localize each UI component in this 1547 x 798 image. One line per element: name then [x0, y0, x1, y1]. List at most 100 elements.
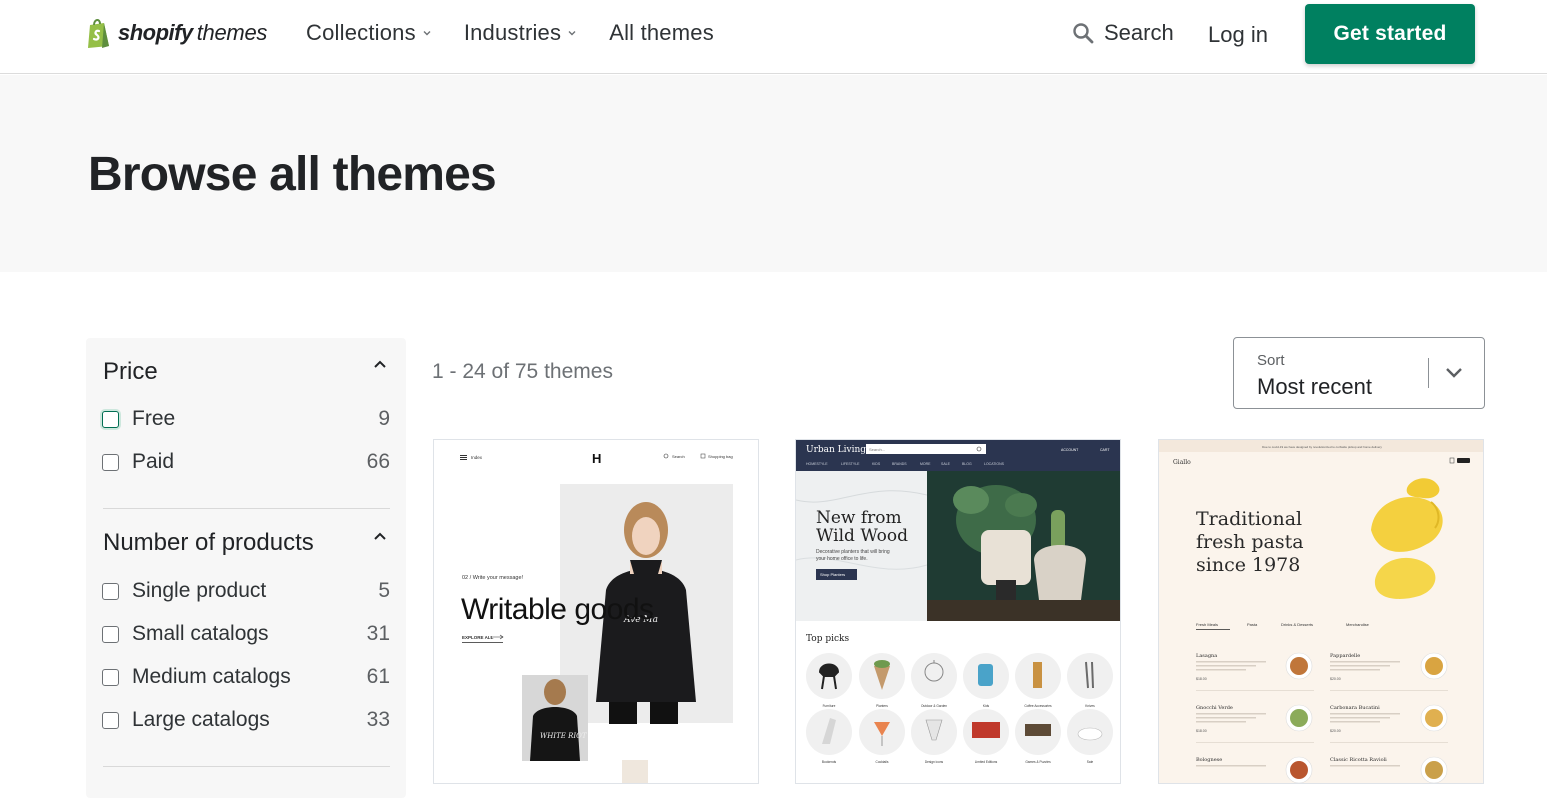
large-catalogs-checkbox[interactable]: [102, 711, 119, 729]
preview-menu-item: BRANDS: [892, 462, 907, 466]
sort-label: Sort: [1257, 352, 1285, 369]
preview-tab: Fresh Meals: [1196, 622, 1218, 627]
theme-card-giallo[interactable]: Due to covid-19 we have designed by revo…: [1158, 439, 1484, 784]
preview-pick-label: Design icons: [925, 760, 944, 764]
preview-menu-item: LOCATIONS: [984, 462, 1005, 466]
preview-description: your home office to life.: [816, 556, 868, 562]
sort-value: Most recent: [1257, 374, 1372, 399]
main-nav: Collections Industries All themes: [306, 20, 746, 46]
logo-subtitle: themes: [196, 20, 268, 45]
chevron-up-icon[interactable]: [372, 531, 388, 541]
preview-headline: fresh pasta: [1196, 531, 1304, 553]
preview-banner: Due to covid-19 we have designed by revo…: [1262, 445, 1382, 449]
preview-pick-label: Planters: [876, 704, 888, 708]
preview-pick-label: Outdoor & Garden: [921, 704, 947, 708]
preview-price: $18.00: [1196, 677, 1207, 681]
nav-industries[interactable]: Industries: [464, 20, 577, 46]
chevron-down-icon: [568, 31, 576, 36]
filter-option-count: 31: [366, 622, 390, 645]
single-product-checkbox[interactable]: [102, 582, 119, 600]
preview-account: ACCOUNT: [1061, 448, 1079, 452]
preview-menu-item: Lasagna: [1196, 653, 1217, 659]
preview-price: $20.00: [1330, 729, 1341, 733]
medium-catalogs-checkbox[interactable]: [102, 668, 119, 686]
filter-option-label: Paid: [132, 450, 175, 473]
preview-price: $18.00: [1196, 729, 1207, 733]
filter-option-large-catalogs[interactable]: Large catalogs 33: [102, 706, 390, 734]
shopify-themes-logo[interactable]: shopify themes: [86, 16, 267, 50]
preview-headline: since 1978: [1196, 554, 1300, 576]
nav-collections[interactable]: Collections: [306, 20, 432, 46]
filter-option-paid[interactable]: Paid 66: [102, 448, 390, 476]
login-link[interactable]: Log in: [1208, 22, 1268, 48]
preview-menu-item: MORE: [920, 462, 931, 466]
preview-pick-label: Games & Puzzles: [1025, 760, 1051, 764]
filter-divider: [103, 508, 390, 509]
free-checkbox[interactable]: [102, 410, 119, 428]
search-label: Search: [1104, 20, 1174, 45]
search-button[interactable]: Search: [1072, 20, 1174, 46]
chevron-down-icon: [423, 31, 431, 36]
preview-menu-item: BLOG: [962, 462, 972, 466]
preview-menu-item: Carbonara Bucatini: [1330, 705, 1380, 711]
chevron-up-icon[interactable]: [372, 359, 388, 369]
get-started-button[interactable]: Get started: [1305, 4, 1475, 64]
small-catalogs-checkbox[interactable]: [102, 625, 119, 643]
filter-option-count: 33: [366, 708, 390, 731]
hero-banner: Browse all themes: [0, 75, 1547, 272]
sort-separator: [1428, 358, 1429, 388]
preview-menu-item: Classic Ricotta Ravioli: [1330, 757, 1387, 763]
preview-section-title: Top picks: [806, 634, 849, 644]
paid-checkbox[interactable]: [102, 453, 119, 471]
preview-cta-label: Shop Planters: [820, 572, 845, 577]
nav-all-themes[interactable]: All themes: [609, 20, 714, 46]
preview-pick-label: Limited Editions: [975, 760, 998, 764]
nav-all-themes-label: All themes: [609, 20, 714, 45]
preview-kicker: 02 / Write your message!: [462, 575, 524, 581]
sort-select[interactable]: Sort Most recent: [1233, 337, 1485, 409]
filter-option-label: Medium catalogs: [132, 665, 291, 688]
page-title: Browse all themes: [88, 148, 497, 201]
cart-badge: [1457, 458, 1470, 463]
filter-option-single-product[interactable]: Single product 5: [102, 577, 390, 605]
preview-menu-item: LIFESTYLE: [841, 462, 860, 466]
preview-tab: Drinks & Desserts: [1281, 622, 1313, 627]
preview-menu-item: HOMESTYLE: [806, 462, 828, 466]
logo-wordmark: shopify: [118, 20, 193, 45]
preview-brand: Giallo: [1173, 459, 1191, 466]
theme-preview-writable: Index H Search Shopping bag Ave Ma 02 / …: [434, 440, 758, 783]
preview-menu-item: KIDS: [872, 462, 881, 466]
filter-option-label: Single product: [132, 579, 267, 602]
nav-industries-label: Industries: [463, 20, 562, 45]
filter-option-free[interactable]: Free 9: [102, 405, 390, 433]
preview-price: $20.00: [1330, 677, 1341, 681]
filter-option-count: 61: [366, 665, 390, 688]
filter-option-label: Large catalogs: [132, 708, 270, 731]
preview-pick-label: Coffee Accessories: [1024, 704, 1052, 708]
preview-headline: Wild Wood: [816, 526, 908, 546]
site-header: shopify themes Collections Industries Al…: [0, 0, 1547, 74]
filter-option-medium-catalogs[interactable]: Medium catalogs 61: [102, 663, 390, 691]
filter-option-count: 66: [366, 450, 390, 473]
preview-pick-label: Sale: [1087, 760, 1094, 764]
chevron-down-icon: [1446, 368, 1462, 378]
filter-divider: [103, 766, 390, 767]
preview-description: Decorative planters that will bring: [816, 549, 890, 555]
hero-marble: [796, 471, 927, 621]
theme-card-urban-living[interactable]: Urban Living Search... ACCOUNT CART HOME…: [795, 439, 1121, 784]
preview-nav-search: Search: [672, 454, 685, 459]
shirt-print: WHITE RIOT: [540, 732, 588, 740]
theme-preview-urban-living: Urban Living Search... ACCOUNT CART HOME…: [796, 440, 1120, 783]
preview-menu-item: Pappardelle: [1330, 653, 1360, 659]
preview-pick-label: Cocktails: [876, 760, 889, 764]
preview-headline: New from: [816, 508, 902, 528]
preview-logo: H: [592, 451, 601, 466]
preview-pick-label: Knives: [1085, 704, 1095, 708]
filter-option-count: 5: [378, 579, 390, 602]
filter-option-label: Small catalogs: [132, 622, 269, 645]
theme-card-writable[interactable]: Index H Search Shopping bag Ave Ma 02 / …: [433, 439, 759, 784]
menu-icon: [460, 455, 467, 460]
preview-cart: CART: [1100, 448, 1110, 452]
filter-option-small-catalogs[interactable]: Small catalogs 31: [102, 620, 390, 648]
results-count: 1 - 24 of 75 themes: [432, 360, 613, 383]
